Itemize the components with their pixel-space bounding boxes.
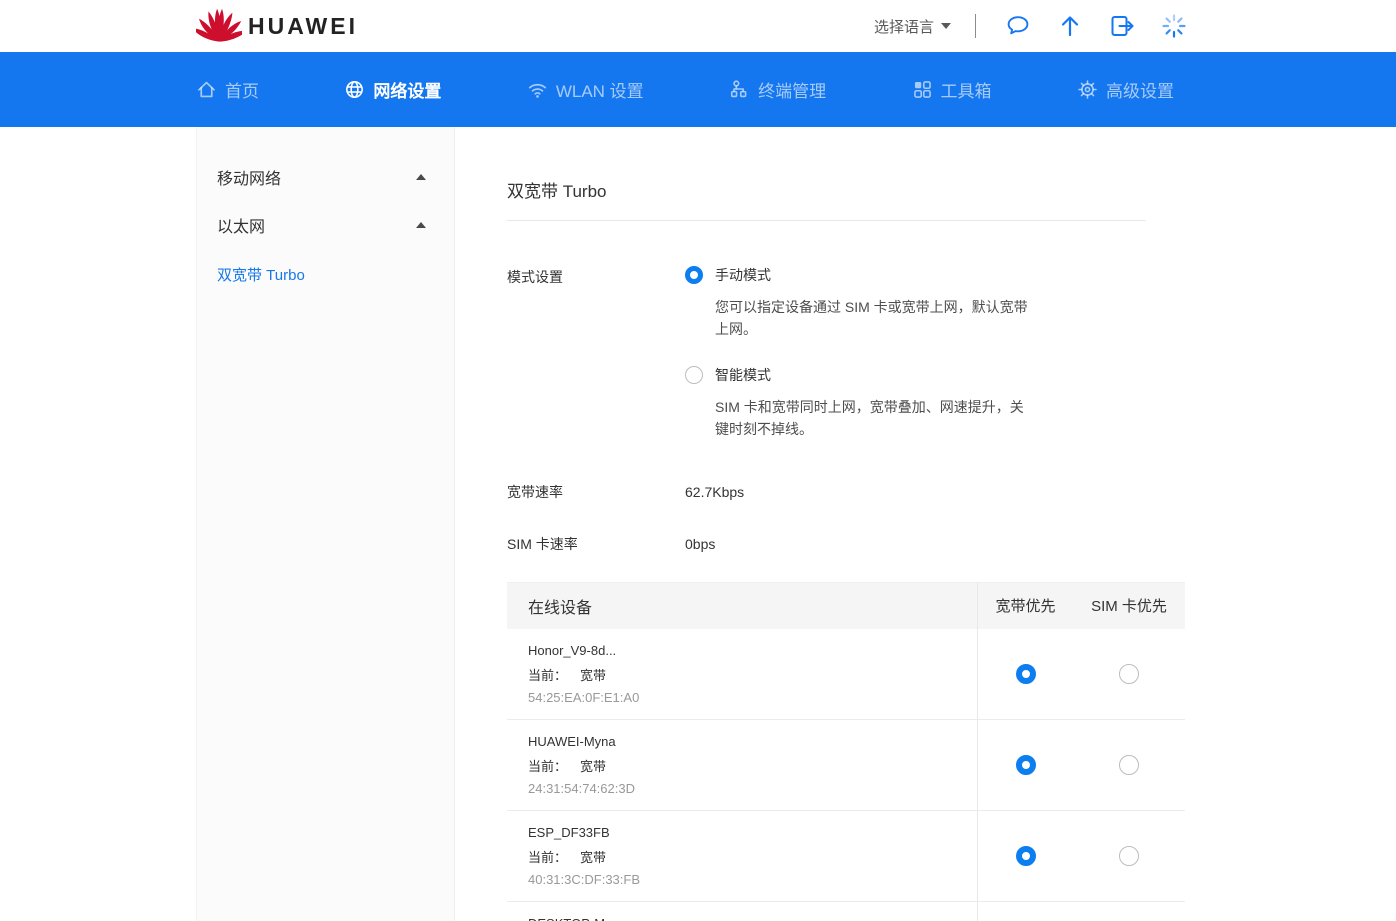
col-header-broadband-priority: 宽带优先 [995,596,1055,617]
device-current-value: 宽带 [580,850,606,865]
sidebar-group-mobile-network-label: 移动网络 [217,165,281,189]
manual-mode-radio[interactable] [685,266,703,284]
broadband-rate-row: 宽带速率 62.7Kbps [507,480,1146,502]
tab-home[interactable]: 首页 [196,77,259,102]
sim-rate-row: SIM 卡速率 0bps [507,532,1146,554]
broadband-priority-radio[interactable] [1016,755,1036,775]
device-current-value: 宽带 [580,668,606,683]
device-current-label: 当前： [528,668,567,683]
tab-home-label: 首页 [225,77,259,102]
up-arrow-icon[interactable] [1056,12,1084,40]
sidebar-group-mobile-network[interactable]: 移动网络 [217,153,426,201]
broadband-rate-label: 宽带速率 [507,480,685,502]
device-mac: 40:31:3C:DF:33:FB [528,872,977,887]
home-icon [196,79,217,100]
col-header-online-devices: 在线设备 [507,583,977,629]
chevron-down-icon [941,23,951,29]
page-title: 双宽带 Turbo [507,177,1146,221]
huawei-flower-icon [196,7,242,45]
collapse-arrow-icon [416,222,426,228]
online-devices-table: 在线设备 宽带优先 SIM 卡优先 Honor_V9-8d... 当前： 宽带 5… [507,582,1185,921]
smart-mode-radio[interactable] [685,366,703,384]
device-name: ESP_DF33FB [528,825,977,840]
sidebar-item-dual-broadband-turbo[interactable]: 双宽带 Turbo [217,264,426,285]
device-current-label: 当前： [528,850,567,865]
table-header: 在线设备 宽带优先 SIM 卡优先 [507,582,1185,629]
brand-wordmark: HUAWEI [248,13,358,40]
device-name: DESKTOP-M... [528,916,977,921]
device-mac: 54:25:EA:0F:E1:A0 [528,690,977,705]
tab-device-management[interactable]: 终端管理 [729,77,826,102]
tab-advanced-settings-label: 高级设置 [1106,77,1174,102]
smart-mode-label: 智能模式 [715,365,771,385]
device-name: HUAWEI-Myna [528,734,977,749]
sidebar-group-ethernet[interactable]: 以太网 [217,201,426,249]
mode-setting-row: 模式设置 手动模式 您可以指定设备通过 SIM 卡或宽带上网，默认宽带上网。 智… [507,265,1146,440]
top-header: HUAWEI 选择语言 [0,0,1396,52]
tab-advanced-settings[interactable]: 高级设置 [1077,77,1174,102]
sidebar: 移动网络 以太网 双宽带 Turbo [196,127,455,921]
device-current-label: 当前： [528,759,567,774]
smart-mode-description: SIM 卡和宽带同时上网，宽带叠加、网速提升，关键时刻不掉线。 [715,396,1033,440]
devices-icon [729,79,750,100]
mode-option-manual: 手动模式 您可以指定设备通过 SIM 卡或宽带上网，默认宽带上网。 [685,265,1033,340]
manual-mode-option[interactable]: 手动模式 [685,265,1033,285]
smart-mode-option[interactable]: 智能模式 [685,365,1033,385]
chat-icon[interactable] [1004,12,1032,40]
tab-wlan-settings[interactable]: WLAN 设置 [527,77,644,102]
tab-wlan-settings-label: WLAN 设置 [556,77,644,102]
tab-network-settings-label: 网络设置 [373,77,441,102]
loading-spinner-icon[interactable] [1160,12,1188,40]
sidebar-group-ethernet-label: 以太网 [217,213,265,237]
table-row: HUAWEI-Myna 当前： 宽带 24:31:54:74:62:3D [507,720,1185,811]
huawei-logo: HUAWEI [196,7,358,45]
manual-mode-description: 您可以指定设备通过 SIM 卡或宽带上网，默认宽带上网。 [715,296,1033,340]
table-row: ESP_DF33FB 当前： 宽带 40:31:3C:DF:33:FB [507,811,1185,902]
tab-toolbox-label: 工具箱 [941,77,992,102]
broadband-priority-radio[interactable] [1016,664,1036,684]
mode-option-smart: 智能模式 SIM 卡和宽带同时上网，宽带叠加、网速提升，关键时刻不掉线。 [685,365,1033,440]
globe-icon [344,79,365,100]
device-mac: 24:31:54:74:62:3D [528,781,977,796]
sim-rate-label: SIM 卡速率 [507,532,685,554]
table-row: Honor_V9-8d... 当前： 宽带 54:25:EA:0F:E1:A0 [507,629,1185,720]
sim-rate-value: 0bps [685,536,715,552]
table-row: DESKTOP-M... 当前：宽带 8C:2D:AA:46:3F:E3 [507,902,1185,921]
language-selector[interactable]: 选择语言 [874,16,951,37]
broadband-priority-radio[interactable] [1016,846,1036,866]
logout-icon[interactable] [1108,12,1136,40]
language-label: 选择语言 [874,16,934,37]
collapse-arrow-icon [416,174,426,180]
wifi-icon [527,79,548,100]
col-header-sim-priority: SIM 卡优先 [1086,596,1172,617]
sim-priority-radio[interactable] [1119,755,1139,775]
device-name: Honor_V9-8d... [528,643,977,658]
tab-toolbox[interactable]: 工具箱 [912,77,992,102]
header-divider [975,14,976,38]
tab-device-management-label: 终端管理 [758,77,826,102]
tab-network-settings[interactable]: 网络设置 [344,77,441,102]
settings-gear-icon [1077,79,1098,100]
device-current-value: 宽带 [580,759,606,774]
broadband-rate-value: 62.7Kbps [685,484,744,500]
toolbox-icon [912,79,933,100]
main-nav: 首页 网络设置 WLAN 设置 [0,52,1396,127]
main-panel: 双宽带 Turbo 模式设置 手动模式 您可以指定设备通过 SIM 卡或宽带上网… [455,127,1146,921]
sim-priority-radio[interactable] [1119,846,1139,866]
manual-mode-label: 手动模式 [715,265,771,285]
sim-priority-radio[interactable] [1119,664,1139,684]
mode-setting-label: 模式设置 [507,265,685,440]
